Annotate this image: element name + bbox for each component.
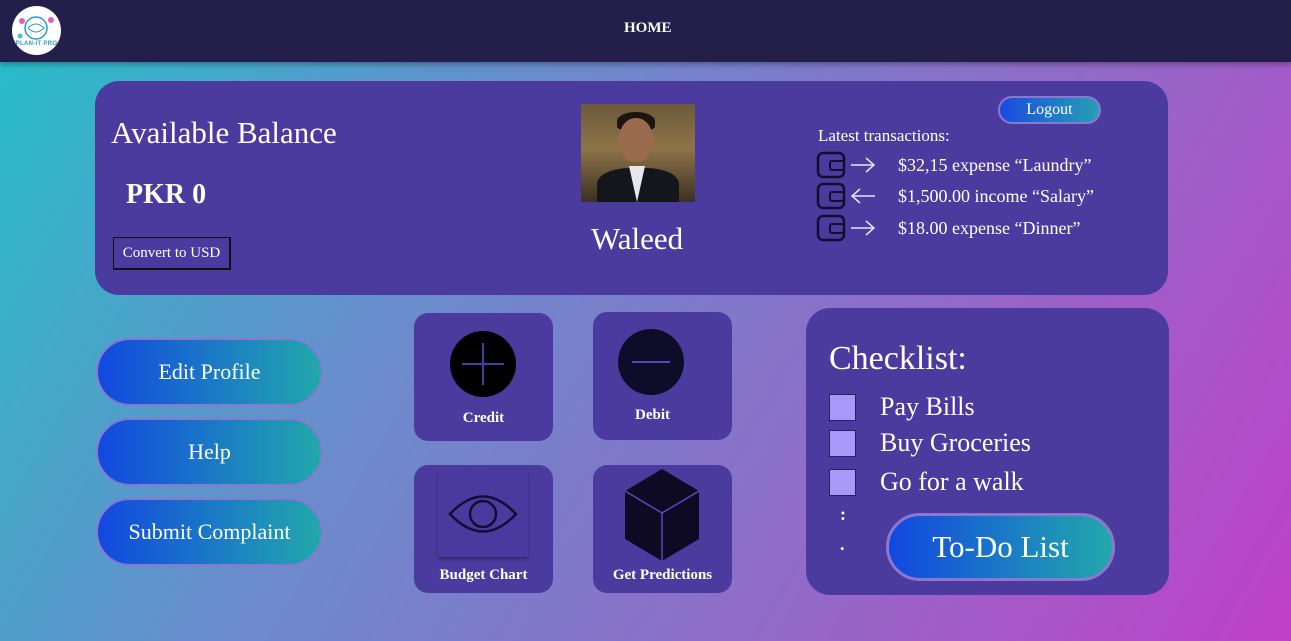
checkbox[interactable] [829,468,856,496]
checklist-item: Buy Groceries [829,428,1031,458]
minus-icon [618,329,684,395]
arrow-left-icon [850,188,875,204]
wallet-icon [816,214,846,242]
transaction-text: $18.00 expense “Dinner” [898,217,1081,238]
get-predictions-tile[interactable]: Get Predictions [593,465,732,593]
credit-tile[interactable]: Credit [414,313,553,441]
wallet-icon [816,151,846,179]
checklist-title: Checklist: [829,340,967,377]
balance-card: Available Balance PKR 0 Convert to USD W… [95,81,1168,295]
user-avatar [581,104,695,202]
avatar-face [619,118,653,162]
eye-icon [438,471,528,557]
debit-label: Debit [635,407,670,423]
transaction-row: $1,500.00 income “Salary” [816,182,1146,210]
ellipsis-dot: : [840,504,846,524]
ellipsis-dot: . [840,534,845,554]
checkbox[interactable] [829,429,856,457]
user-name: Waleed [591,221,684,256]
get-predictions-label: Get Predictions [612,567,713,583]
logout-button[interactable]: Logout [998,96,1101,124]
latest-transactions-title: Latest transactions: [818,126,950,145]
logo-graphic [17,16,54,40]
checklist-item-label: Pay Bills [880,392,975,421]
transaction-text: $32,15 expense “Laundry” [898,154,1092,175]
logo-icon[interactable]: PLAN-IT PRO [12,6,61,55]
checklist-item-label: Go for a walk [880,467,1024,496]
balance-amount: PKR 0 [126,179,207,210]
submit-complaint-button[interactable]: Submit Complaint [96,498,323,566]
cube-icon [624,469,700,561]
plus-icon [450,331,516,397]
budget-chart-label: Budget Chart [439,567,528,583]
arrow-right-icon [851,157,876,173]
transaction-row: $18.00 expense “Dinner” [816,214,1146,242]
help-button[interactable]: Help [96,418,323,486]
checklist-item-label: Buy Groceries [880,428,1031,457]
todo-list-button[interactable]: To-Do List [886,513,1115,581]
budget-chart-tile[interactable]: Budget Chart [414,465,553,593]
debit-tile[interactable]: Debit [593,312,732,440]
arrow-right-icon [851,220,876,236]
checklist-item: Pay Bills [829,392,975,422]
transaction-text: $1,500.00 income “Salary” [898,185,1094,206]
checklist-card: Checklist: Pay Bills Buy Groceries Go fo… [806,308,1169,595]
credit-label: Credit [462,410,505,426]
transaction-row: $32,15 expense “Laundry” [816,151,1146,179]
edit-profile-button[interactable]: Edit Profile [96,338,323,406]
nav-home-link[interactable]: HOME [624,20,672,37]
top-navbar: PLAN-IT PRO HOME [0,0,1291,62]
wallet-icon [816,182,846,210]
checklist-item: Go for a walk [829,467,1024,497]
checkbox[interactable] [829,393,856,421]
available-balance-title: Available Balance [111,115,337,150]
convert-to-usd-button[interactable]: Convert to USD [113,237,231,270]
